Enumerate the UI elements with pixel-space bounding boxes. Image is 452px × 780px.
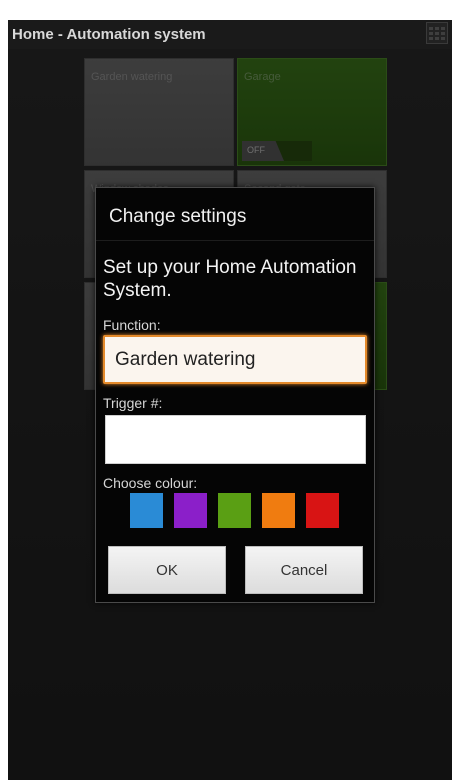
function-input[interactable] [103,335,367,384]
app-screen: Home - Automation system Garden watering… [8,20,452,780]
colour-swatch-red[interactable] [306,493,339,528]
colour-swatch-orange[interactable] [262,493,295,528]
choose-colour-label: Choose colour: [103,475,198,491]
dialog-title: Change settings [109,206,247,227]
trigger-label: Trigger #: [103,395,163,411]
colour-swatch-green[interactable] [218,493,251,528]
grid-menu-icon[interactable] [426,22,448,44]
dialog-divider [96,240,374,241]
colour-swatch-purple[interactable] [174,493,207,528]
change-settings-dialog: Change settings Set up your Home Automat… [95,187,375,603]
colour-swatch-blue[interactable] [130,493,163,528]
function-label: Function: [103,317,161,333]
ok-button[interactable]: OK [108,546,226,594]
trigger-input[interactable] [105,415,366,464]
app-title: Home - Automation system [12,26,206,43]
dialog-message: Set up your Home Automation System. [103,257,357,301]
cancel-button[interactable]: Cancel [245,546,363,594]
title-bar: Home - Automation system [8,20,452,49]
